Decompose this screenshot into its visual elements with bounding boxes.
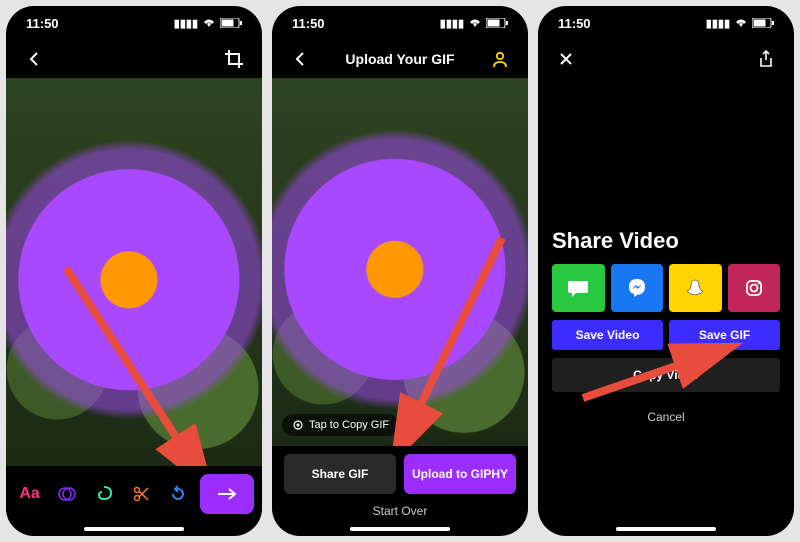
status-bar: 11:50 ▮▮▮▮ xyxy=(272,6,528,40)
lasso-tool[interactable] xyxy=(88,474,119,514)
system-share-button[interactable] xyxy=(754,47,778,71)
share-imessage[interactable] xyxy=(552,264,605,312)
save-video-button[interactable]: Save Video xyxy=(552,320,663,350)
photo-canvas[interactable] xyxy=(6,78,262,466)
share-title: Share Video xyxy=(552,228,780,254)
wifi-icon xyxy=(202,18,216,28)
gif-preview-area[interactable]: Tap to Copy GIF xyxy=(272,78,528,446)
status-time: 11:50 xyxy=(558,16,591,31)
battery-icon xyxy=(486,18,508,28)
copy-video-button[interactable]: Copy Video xyxy=(552,358,780,392)
trim-tool[interactable] xyxy=(126,474,157,514)
status-time: 11:50 xyxy=(292,16,325,31)
crop-button[interactable] xyxy=(222,47,246,71)
screen-editor: 11:50 ▮▮▮▮ Aa xyxy=(6,6,262,536)
signal-icon: ▮▮▮▮ xyxy=(174,17,198,30)
battery-icon xyxy=(220,18,242,28)
wifi-icon xyxy=(734,18,748,28)
tap-icon xyxy=(292,419,304,431)
nav-bar: Upload Your GIF xyxy=(272,40,528,78)
photo-preview xyxy=(6,78,262,466)
share-snapchat[interactable] xyxy=(669,264,722,312)
battery-icon xyxy=(752,18,774,28)
wifi-icon xyxy=(468,18,482,28)
signal-icon: ▮▮▮▮ xyxy=(706,17,730,30)
redo-tool[interactable] xyxy=(163,474,194,514)
home-indicator[interactable] xyxy=(538,522,794,536)
text-tool[interactable]: Aa xyxy=(14,474,45,514)
status-bar: 11:50 ▮▮▮▮ xyxy=(538,6,794,40)
share-panel: Share Video Save Video Save GIF Copy Vid… xyxy=(538,78,794,522)
status-time: 11:50 xyxy=(26,16,59,31)
profile-button[interactable] xyxy=(488,47,512,71)
back-button[interactable] xyxy=(22,47,46,71)
page-title: Upload Your GIF xyxy=(345,51,454,67)
signal-icon: ▮▮▮▮ xyxy=(440,17,464,30)
editor-toolbar: Aa xyxy=(6,466,262,522)
home-indicator[interactable] xyxy=(272,522,528,536)
nav-bar xyxy=(6,40,262,78)
back-button[interactable] xyxy=(288,47,312,71)
start-over-link[interactable]: Start Over xyxy=(272,498,528,522)
tap-to-copy-hint[interactable]: Tap to Copy GIF xyxy=(282,414,399,436)
share-instagram[interactable] xyxy=(728,264,781,312)
cancel-link[interactable]: Cancel xyxy=(552,410,780,424)
screen-share: 11:50 ▮▮▮▮ Share Video xyxy=(538,6,794,536)
next-button[interactable] xyxy=(200,474,254,514)
share-messenger[interactable] xyxy=(611,264,664,312)
gif-preview xyxy=(272,78,528,446)
close-button[interactable] xyxy=(554,47,578,71)
share-icon-row xyxy=(552,264,780,312)
upload-giphy-button[interactable]: Upload to GIPHY xyxy=(404,454,516,494)
status-bar: 11:50 ▮▮▮▮ xyxy=(6,6,262,40)
status-indicators: ▮▮▮▮ xyxy=(706,17,774,30)
action-row: Share GIF Upload to GIPHY xyxy=(272,446,528,498)
nav-bar xyxy=(538,40,794,78)
save-row: Save Video Save GIF xyxy=(552,320,780,350)
filter-tool[interactable] xyxy=(51,474,82,514)
tap-hint-label: Tap to Copy GIF xyxy=(309,419,389,431)
share-gif-button[interactable]: Share GIF xyxy=(284,454,396,494)
save-gif-button[interactable]: Save GIF xyxy=(669,320,780,350)
screen-upload: 11:50 ▮▮▮▮ Upload Your GIF Tap to Copy G… xyxy=(272,6,528,536)
home-indicator[interactable] xyxy=(6,522,262,536)
status-indicators: ▮▮▮▮ xyxy=(440,17,508,30)
status-indicators: ▮▮▮▮ xyxy=(174,17,242,30)
